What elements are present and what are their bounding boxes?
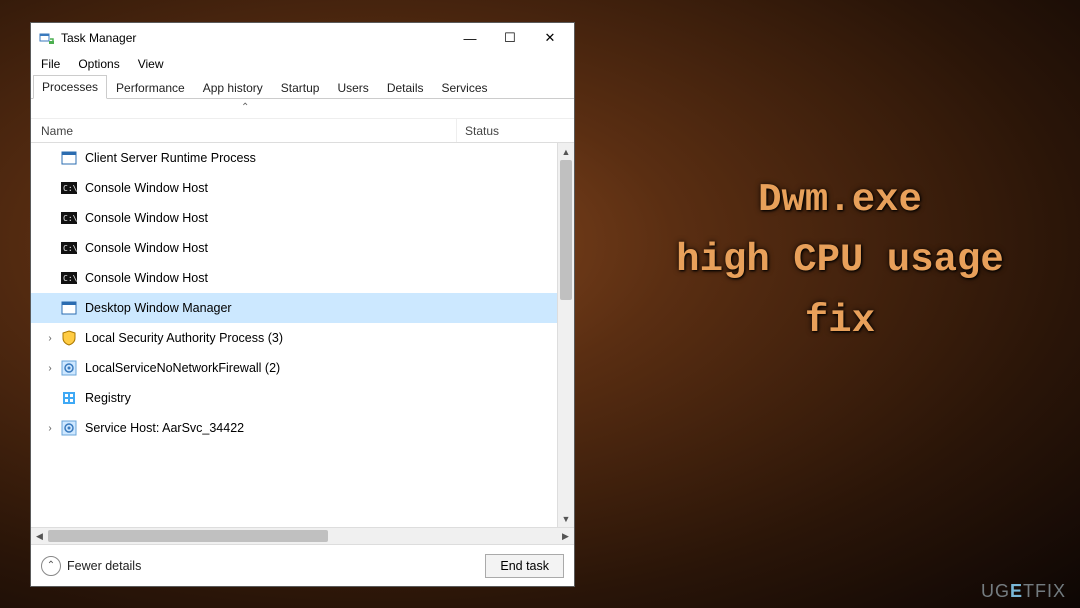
svg-text:C:\: C:\ — [63, 184, 77, 193]
process-row[interactable]: ›C:\Console Window Host — [31, 173, 557, 203]
process-name: Local Security Authority Process (3) — [85, 331, 283, 345]
process-row[interactable]: › Local Security Authority Process (3) — [31, 323, 557, 353]
svg-text:C:\: C:\ — [63, 274, 77, 283]
tab-app-history[interactable]: App history — [194, 76, 272, 99]
shield-icon — [61, 330, 77, 346]
tab-details[interactable]: Details — [378, 76, 433, 99]
process-row[interactable]: › LocalServiceNoNetworkFirewall (2) — [31, 353, 557, 383]
process-row[interactable]: ›Registry — [31, 383, 557, 413]
process-name: Console Window Host — [85, 181, 208, 195]
fewer-details-button[interactable]: ⌃ Fewer details — [41, 556, 141, 576]
close-button[interactable]: ✕ — [530, 24, 570, 52]
column-name[interactable]: Name — [31, 119, 457, 142]
process-row[interactable]: ›C:\Console Window Host — [31, 263, 557, 293]
watermark: UGETFIX — [981, 581, 1066, 602]
vertical-scrollbar[interactable]: ▲ ▼ — [557, 143, 574, 527]
process-name: Console Window Host — [85, 211, 208, 225]
expand-chevron-icon[interactable]: › — [43, 423, 57, 434]
column-headers: Name Status — [31, 119, 574, 143]
window-title: Task Manager — [61, 31, 450, 45]
svg-text:C:\: C:\ — [63, 214, 77, 223]
gear-icon — [61, 420, 77, 436]
process-row[interactable]: ›Client Server Runtime Process — [31, 143, 557, 173]
scroll-thumb[interactable] — [560, 160, 572, 300]
menu-view[interactable]: View — [136, 55, 166, 73]
maximize-button[interactable]: ☐ — [490, 24, 530, 52]
registry-icon — [61, 390, 77, 406]
scroll-down-button[interactable]: ▼ — [558, 510, 574, 527]
process-row[interactable]: › Service Host: AarSvc_34422 — [31, 413, 557, 443]
task-manager-icon — [39, 30, 55, 46]
menu-options[interactable]: Options — [76, 55, 121, 73]
menu-file[interactable]: File — [39, 55, 62, 73]
footer: ⌃ Fewer details End task — [31, 544, 574, 586]
menubar: File Options View — [31, 53, 574, 75]
hscroll-thumb[interactable] — [48, 530, 328, 542]
process-list: ›Client Server Runtime Process›C:\Consol… — [31, 143, 557, 527]
caption-text: Dwm.exe high CPU usage fix — [640, 170, 1040, 351]
tab-services[interactable]: Services — [433, 76, 497, 99]
gear-icon — [61, 360, 77, 376]
sort-arrow-icon: ⌃ — [241, 102, 249, 113]
process-area: ›Client Server Runtime Process›C:\Consol… — [31, 143, 574, 527]
fewer-details-label: Fewer details — [67, 559, 141, 573]
process-row[interactable]: ›Desktop Window Manager — [31, 293, 557, 323]
console-icon: C:\ — [61, 180, 77, 196]
horizontal-scrollbar[interactable]: ◀ ▶ — [31, 527, 574, 544]
console-icon: C:\ — [61, 240, 77, 256]
caption-line-2: high CPU usage — [640, 230, 1040, 290]
scroll-track[interactable] — [558, 160, 574, 510]
tab-users[interactable]: Users — [328, 76, 377, 99]
window-blue-icon — [61, 300, 77, 316]
tab-processes[interactable]: Processes — [33, 75, 107, 99]
column-status[interactable]: Status — [457, 119, 574, 142]
end-task-button[interactable]: End task — [485, 554, 564, 578]
process-name: Console Window Host — [85, 271, 208, 285]
window-blue-icon — [61, 150, 77, 166]
titlebar[interactable]: Task Manager — ☐ ✕ — [31, 23, 574, 53]
chevron-up-icon: ⌃ — [41, 556, 61, 576]
scroll-right-button[interactable]: ▶ — [557, 528, 574, 544]
minimize-button[interactable]: — — [450, 24, 490, 52]
process-name: Desktop Window Manager — [85, 301, 232, 315]
process-name: Registry — [85, 391, 131, 405]
process-row[interactable]: ›C:\Console Window Host — [31, 233, 557, 263]
console-icon: C:\ — [61, 270, 77, 286]
process-row[interactable]: ›C:\Console Window Host — [31, 203, 557, 233]
tab-startup[interactable]: Startup — [272, 76, 329, 99]
process-name: LocalServiceNoNetworkFirewall (2) — [85, 361, 280, 375]
task-manager-window: Task Manager — ☐ ✕ File Options View Pro… — [30, 22, 575, 587]
console-icon: C:\ — [61, 210, 77, 226]
scroll-up-button[interactable]: ▲ — [558, 143, 574, 160]
process-name: Service Host: AarSvc_34422 — [85, 421, 244, 435]
tab-performance[interactable]: Performance — [107, 76, 194, 99]
tabstrip: Processes Performance App history Startu… — [31, 75, 574, 99]
caption-line-3: fix — [640, 291, 1040, 351]
hscroll-track[interactable] — [48, 528, 557, 544]
process-name: Console Window Host — [85, 241, 208, 255]
expand-chevron-icon[interactable]: › — [43, 363, 57, 374]
process-name: Client Server Runtime Process — [85, 151, 256, 165]
scroll-left-button[interactable]: ◀ — [31, 528, 48, 544]
expand-chevron-icon[interactable]: › — [43, 333, 57, 344]
caption-line-1: Dwm.exe — [640, 170, 1040, 230]
svg-text:C:\: C:\ — [63, 244, 77, 253]
sort-indicator-row: ⌃ — [31, 99, 574, 119]
